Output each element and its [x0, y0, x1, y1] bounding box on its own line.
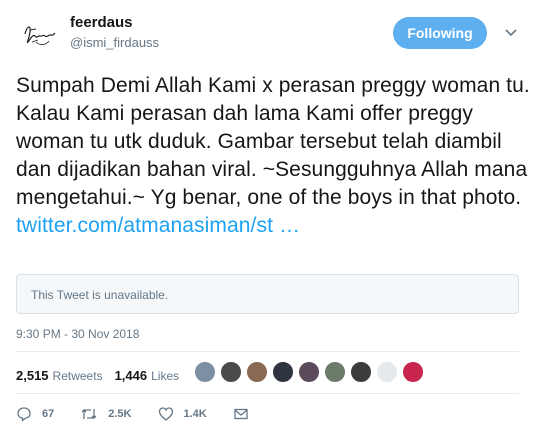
liker-avatar[interactable] [298, 361, 320, 383]
divider [16, 393, 519, 394]
likes-count: 1,446 [114, 368, 148, 383]
envelope-icon [234, 408, 248, 420]
liker-avatars [194, 361, 428, 383]
reply-icon [17, 407, 31, 422]
tweet-actions: 67 2.5K 1.4K [16, 406, 285, 422]
chevron-down-icon[interactable] [503, 24, 519, 40]
retweets-count: 2,515 [16, 368, 49, 383]
liker-avatar[interactable] [246, 361, 268, 383]
reply-count: 67 [42, 408, 55, 420]
likes-stat[interactable]: 1,446 Likes [115, 368, 180, 383]
retweet-icon [81, 409, 97, 419]
user-name[interactable]: feerdaus [70, 14, 133, 31]
retweet-count: 2.5K [108, 408, 132, 420]
heart-icon [158, 407, 173, 421]
avatar[interactable] [16, 12, 62, 58]
liker-avatar[interactable] [324, 361, 346, 383]
following-button[interactable]: Following [393, 17, 487, 49]
likes-label: Likes [151, 369, 180, 383]
tweet-body: Sumpah Demi Allah Kami x perasan preggy … [16, 74, 530, 209]
reply-button[interactable]: 67 [16, 406, 54, 422]
divider [16, 351, 519, 352]
liker-avatar[interactable] [272, 361, 294, 383]
retweets-stat[interactable]: 2,515 Retweets [16, 368, 103, 383]
direct-message-button[interactable] [233, 406, 259, 422]
quoted-tweet[interactable]: This Tweet is unavailable. [16, 274, 519, 314]
tweet-timestamp[interactable]: 9:30 PM - 30 Nov 2018 [16, 327, 139, 341]
retweets-label: Retweets [52, 369, 103, 383]
retweet-button[interactable]: 2.5K [80, 406, 132, 422]
liker-avatar[interactable] [350, 361, 372, 383]
signature-logo [24, 26, 56, 45]
user-handle[interactable]: @ismi_firdauss [70, 35, 159, 50]
quoted-unavailable-text: This Tweet is unavailable. [31, 288, 169, 302]
like-count: 1.4K [183, 408, 207, 420]
like-button[interactable]: 1.4K [158, 406, 207, 422]
liker-avatar[interactable] [402, 361, 424, 383]
tweet-stats: 2,515 Retweets 1,446 Likes [16, 368, 179, 383]
liker-avatar[interactable] [220, 361, 242, 383]
liker-avatar[interactable] [194, 361, 216, 383]
tweet-link[interactable]: twitter.com/atmanasiman/st … [16, 214, 300, 237]
liker-avatar[interactable] [376, 361, 398, 383]
tweet-text: Sumpah Demi Allah Kami x perasan preggy … [16, 72, 531, 240]
